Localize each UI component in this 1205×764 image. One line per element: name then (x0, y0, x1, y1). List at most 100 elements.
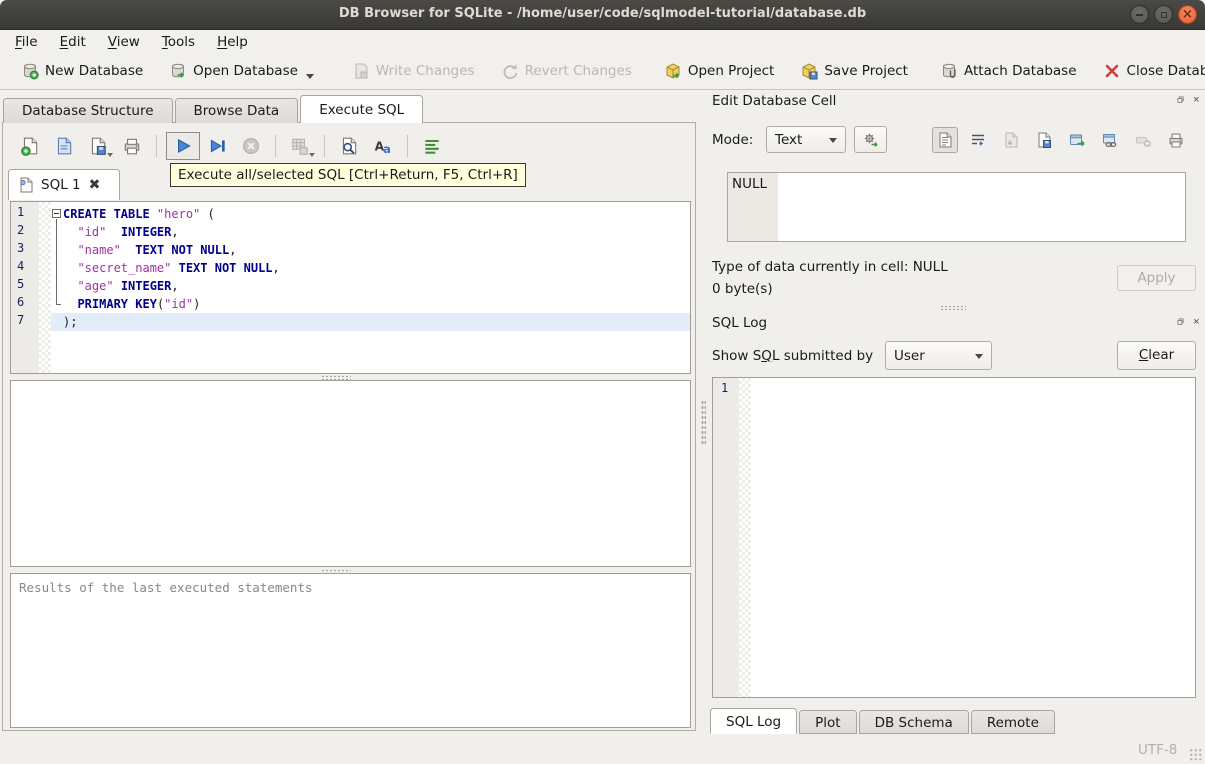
close-tab-icon[interactable]: ✖ (89, 177, 101, 193)
new-database-button[interactable]: New Database (12, 56, 152, 86)
file-save-button[interactable] (85, 132, 113, 160)
file-open-icon (54, 136, 74, 156)
toggle-results-button[interactable] (419, 132, 445, 160)
vertical-splitter-handle[interactable] (701, 400, 706, 444)
fold-marker (51, 259, 63, 277)
sql-log-fold-margin (739, 378, 751, 697)
resize-grip[interactable] (1189, 748, 1202, 761)
sql-document-tab[interactable]: SQL 1 ✖ (8, 169, 120, 200)
minimize-icon (1136, 14, 1143, 16)
chevron-down-icon (829, 138, 837, 143)
write-changes-icon (352, 62, 370, 80)
mode-select[interactable]: Text (766, 126, 846, 153)
maximize-button[interactable] (1154, 5, 1173, 24)
tab-new-button[interactable] (17, 132, 43, 160)
execute-sql-pane: Aa SQL 1 ✖ 1 CREATE TABLE "hero" (2 "id" … (2, 122, 696, 731)
dock-splitter-handle[interactable] (940, 305, 966, 310)
toolbar-button-label: Write Changes (375, 63, 475, 79)
toolbar-button-label: Open Database (193, 63, 298, 79)
print-icon (122, 136, 142, 156)
editor-line[interactable]: 4 "secret_name" TEXT NOT NULL, (11, 259, 690, 277)
format-sql-button[interactable]: Aa (370, 132, 396, 160)
sql-toolbar-separator (407, 135, 408, 157)
dock-tab-plot[interactable]: Plot (799, 710, 857, 734)
menu-view[interactable]: View (97, 32, 151, 52)
print-cell-button[interactable] (1163, 127, 1189, 153)
dock-tab-db-schema[interactable]: DB Schema (858, 710, 969, 734)
edit-cell-dock-buttons (1176, 95, 1205, 108)
menubar: File Edit View Tools Help (0, 30, 1205, 53)
float-panel-button[interactable] (1176, 317, 1189, 330)
menu-file[interactable]: File (4, 32, 49, 52)
tab-execute-sql[interactable]: Execute SQL (300, 95, 424, 123)
editor-line-content: "secret_name" TEXT NOT NULL, (51, 259, 690, 277)
export-file-button[interactable] (1031, 127, 1057, 153)
editor-line[interactable]: 6 PRIMARY KEY("id") (11, 295, 690, 313)
editor-line[interactable]: 7); (11, 313, 690, 331)
cell-editor[interactable]: NULL (727, 172, 1186, 242)
tab-database-structure[interactable]: Database Structure (3, 98, 173, 123)
editor-line[interactable]: 5 "age" INTEGER, (11, 277, 690, 295)
close-panel-button[interactable] (1192, 317, 1205, 330)
word-wrap-icon (969, 131, 987, 149)
find-icon (339, 136, 359, 156)
open-external-button[interactable] (1064, 127, 1090, 153)
fold-marker (51, 223, 63, 241)
cell-editor-toolbar (932, 127, 1189, 153)
line-number: 7 (17, 313, 25, 327)
line-number: 2 (17, 223, 25, 237)
close-panel-button[interactable] (1192, 95, 1205, 108)
open-project-button[interactable]: Open Project (655, 56, 784, 86)
auto-apply-button[interactable] (854, 126, 887, 153)
db-new-icon (21, 62, 39, 80)
sql-log-dock-buttons (1176, 317, 1205, 330)
close-database-button[interactable]: Close Database (1094, 56, 1205, 86)
edit-cell-title: Edit Database Cell (712, 93, 837, 109)
cell-value: NULL (732, 176, 768, 192)
fold-marker (51, 295, 63, 313)
attach-database-button[interactable]: Attach Database (931, 56, 1086, 86)
fold-collapse-icon[interactable] (52, 209, 61, 218)
fold-margin-cell (39, 295, 51, 313)
execute-line-button[interactable] (204, 132, 230, 160)
sql-log-view[interactable]: 1 (712, 377, 1196, 698)
float-panel-button[interactable] (1176, 95, 1189, 108)
minimize-button[interactable] (1130, 5, 1149, 24)
print-button[interactable] (119, 132, 145, 160)
sql-log-filter-select[interactable]: User (885, 341, 992, 370)
text-doc-button[interactable] (932, 127, 958, 153)
menu-edit[interactable]: Edit (49, 32, 97, 52)
editor-line[interactable]: 1 CREATE TABLE "hero" ( (11, 205, 690, 223)
tab-browse-data[interactable]: Browse Data (174, 98, 299, 123)
fold-line (56, 223, 57, 241)
revert-changes-icon (501, 62, 519, 80)
fold-marker (51, 313, 63, 331)
apply-button[interactable]: Apply (1117, 265, 1196, 291)
dock-tab-remote[interactable]: Remote (970, 710, 1055, 734)
save-project-button[interactable]: Save Project (791, 56, 917, 86)
sql-toolbar-separator (156, 135, 157, 157)
copy-url-button[interactable] (1097, 127, 1123, 153)
fold-margin-cell (39, 259, 51, 277)
dock-tab-sql-log[interactable]: SQL Log (710, 708, 798, 734)
find-button[interactable] (336, 132, 362, 160)
menu-help[interactable]: Help (206, 32, 259, 52)
menu-tools[interactable]: Tools (151, 32, 206, 52)
close-button[interactable]: × (1178, 5, 1197, 24)
toolbar-button-label: New Database (45, 63, 144, 79)
editor-line[interactable]: 3 "name" TEXT NOT NULL, (11, 241, 690, 259)
titlebar[interactable]: DB Browser for SQLite - /home/user/code/… (0, 0, 1205, 30)
word-wrap-button[interactable] (965, 127, 991, 153)
save-results-icon (290, 136, 310, 156)
dropdown-arrow-icon (309, 153, 315, 157)
sql-log-line-number: 1 (721, 381, 729, 395)
file-open-button[interactable] (51, 132, 77, 160)
editor-line[interactable]: 2 "id" INTEGER, (11, 223, 690, 241)
open-database-button[interactable]: Open Database (160, 56, 323, 86)
save-results-button (287, 132, 315, 160)
dropdown-arrow-icon (305, 73, 314, 79)
sql-editor[interactable]: 1 CREATE TABLE "hero" (2 "id" INTEGER, 3 "… (10, 201, 691, 374)
clear-button[interactable]: Clear (1117, 341, 1196, 370)
sql-log-filter-label: Show SQL submitted by (712, 348, 874, 364)
execute-button[interactable] (166, 132, 200, 160)
